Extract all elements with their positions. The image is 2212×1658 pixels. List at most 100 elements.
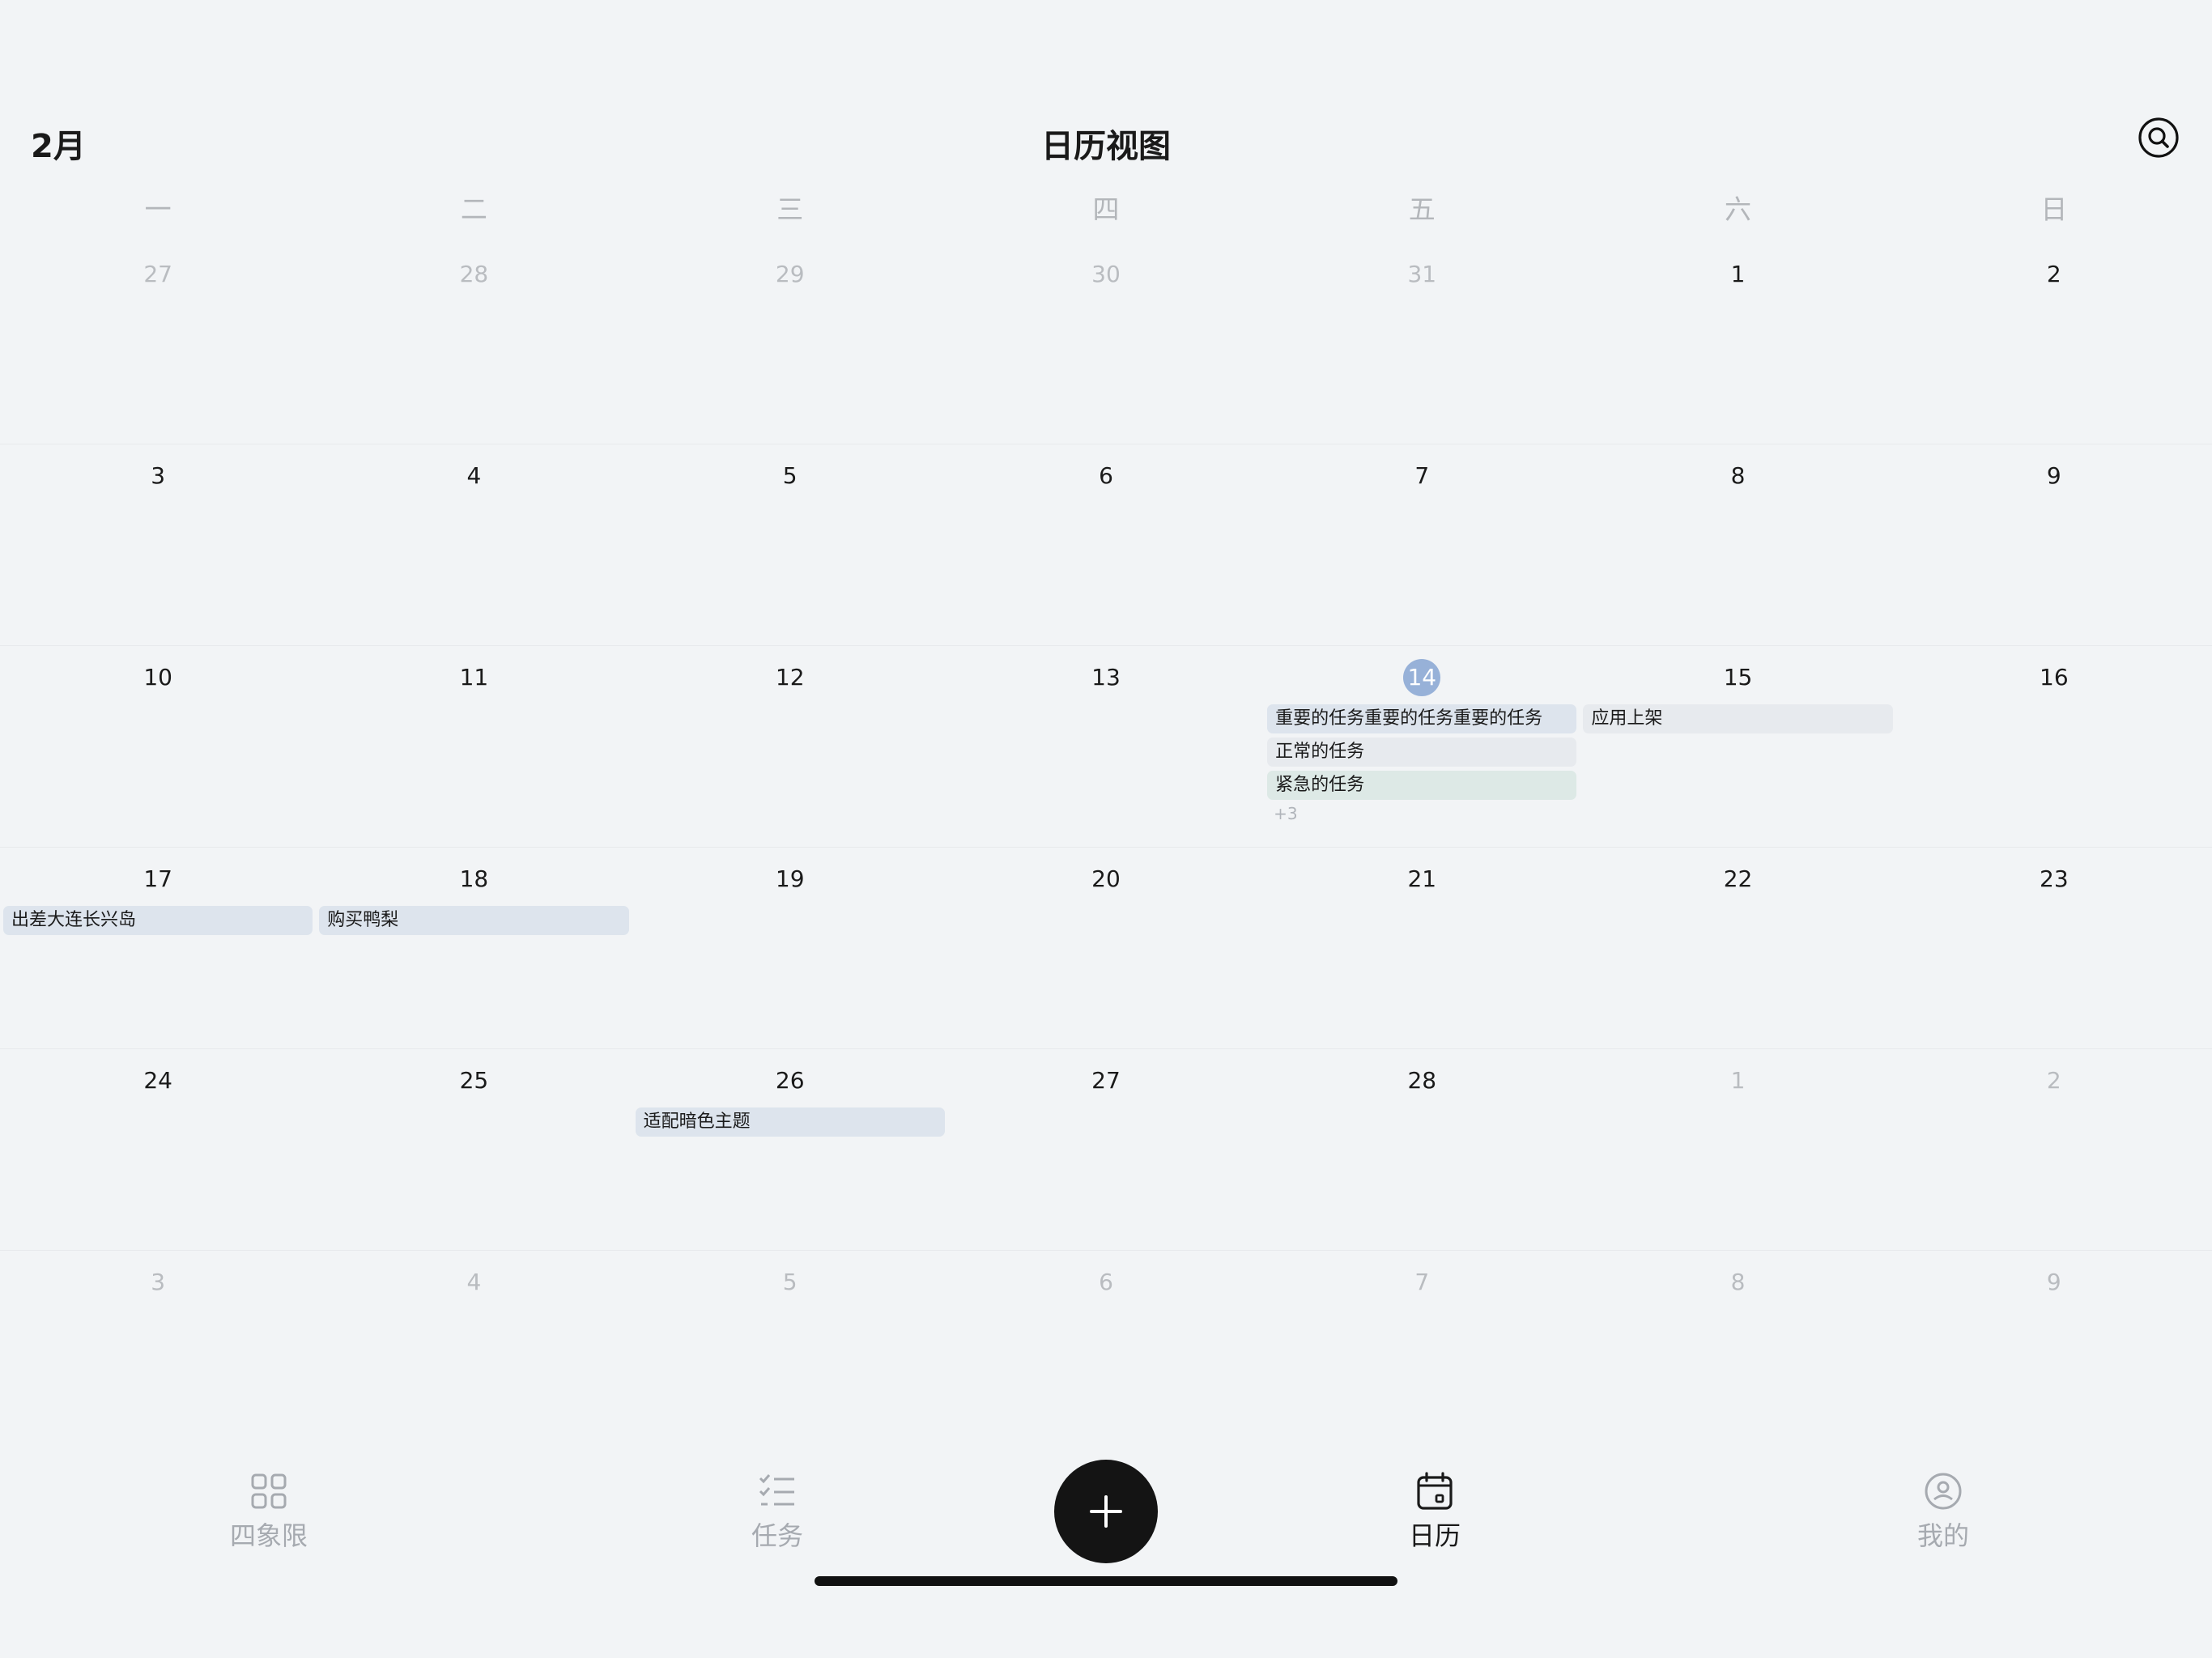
home-indicator [815,1576,1397,1586]
date-number: 10 [143,664,172,691]
event-chip[interactable]: 紧急的任务 [1267,771,1577,800]
tab-tasks[interactable]: 任务 [680,1470,874,1553]
day-cell[interactable]: 11 [316,646,632,847]
weekday-label: 四 [1092,193,1120,225]
day-cell[interactable]: 2 [1896,243,2212,444]
day-cell[interactable]: 19 [632,848,948,1048]
day-cell[interactable]: 31 [1264,243,1580,444]
date-number: 24 [143,1067,172,1094]
date-number: 6 [1099,462,1113,489]
date-number: 9 [2046,462,2061,489]
date-number: 17 [143,865,172,892]
day-cell[interactable]: 25 [316,1049,632,1250]
day-cell[interactable]: 9 [1896,1251,2212,1452]
tab-calendar[interactable]: 日历 [1338,1470,1532,1553]
calendar-icon [1417,1472,1453,1510]
date-number: 1 [1730,1067,1746,1094]
date-number: 6 [1099,1269,1113,1295]
day-cell[interactable]: 7 [1264,1251,1580,1452]
event-chip[interactable]: 正常的任务 [1267,738,1577,767]
day-cell[interactable]: 12 [632,646,948,847]
day-cell[interactable]: 7 [1264,444,1580,645]
day-cell[interactable]: 14 重要的任务重要的任务重要的任务 正常的任务 紧急的任务 +3 [1264,646,1580,847]
day-cell[interactable]: 29 [632,243,948,444]
event-list: 出差大连长兴岛 [3,906,313,939]
date-number: 28 [1407,1067,1437,1094]
date-number: 16 [2040,664,2069,691]
day-cell[interactable]: 2 [1896,1049,2212,1250]
day-cell[interactable]: 1 [1580,1049,1895,1250]
date-number: 9 [2046,1269,2061,1295]
day-cell[interactable]: 10 [0,646,316,847]
date-number: 28 [459,261,489,287]
day-cell[interactable]: 26 适配暗色主题 [632,1049,948,1250]
event-list: 适配暗色主题 [635,1107,945,1141]
date-number: 8 [1730,1269,1746,1295]
day-cell[interactable]: 8 [1580,444,1895,645]
date-number: 22 [1723,865,1753,892]
day-cell[interactable]: 16 [1896,646,2212,847]
date-number: 5 [782,1269,798,1295]
date-number: 2 [2046,261,2061,287]
day-cell[interactable]: 3 [0,1251,316,1452]
date-number: 15 [1723,664,1753,691]
date-number: 4 [466,1269,482,1295]
event-chip[interactable]: 适配暗色主题 [635,1107,945,1137]
day-cell[interactable]: 24 [0,1049,316,1250]
day-cell[interactable]: 8 [1580,1251,1895,1452]
date-number: 19 [775,865,805,892]
page-title: 日历视图 [1041,128,1171,165]
event-chip[interactable]: 购买鸭梨 [319,906,629,935]
tab-quadrant[interactable]: 四象限 [172,1470,366,1553]
date-number: 20 [1091,865,1121,892]
date-number: 5 [782,462,798,489]
date-number: 11 [459,664,489,691]
day-cell[interactable]: 28 [1264,1049,1580,1250]
more-events-indicator[interactable]: +3 [1267,804,1576,823]
date-number: 1 [1730,261,1746,287]
day-cell[interactable]: 5 [632,444,948,645]
profile-icon [1925,1473,1962,1510]
day-cell[interactable]: 6 [948,1251,1264,1452]
event-chip[interactable]: 重要的任务重要的任务重要的任务 [1267,704,1577,733]
day-cell[interactable]: 9 [1896,444,2212,645]
day-cell[interactable]: 6 [948,444,1264,645]
date-number: 8 [1730,462,1746,489]
event-chip[interactable]: 应用上架 [1583,704,1893,733]
date-number: 3 [151,462,166,489]
calendar-grid: 27 28 29 30 31 1 2 3 4 5 6 7 8 9 10 11 12 13 14 重要的任务重要的任务重… [0,243,2212,1452]
day-cell[interactable]: 30 [948,243,1264,444]
day-cell[interactable]: 13 [948,646,1264,847]
date-number: 7 [1414,1269,1430,1295]
search-icon [2138,117,2179,158]
day-cell[interactable]: 27 [0,243,316,444]
event-list: 购买鸭梨 [319,906,629,939]
day-cell[interactable]: 5 [632,1251,948,1452]
day-cell[interactable]: 28 [316,243,632,444]
tab-profile[interactable]: 我的 [1846,1470,2040,1553]
add-task-button[interactable] [1054,1460,1158,1563]
day-cell[interactable]: 18 购买鸭梨 [316,848,632,1048]
day-cell[interactable]: 22 [1580,848,1895,1048]
date-number: 27 [143,261,172,287]
event-chip[interactable]: 出差大连长兴岛 [3,906,313,935]
day-cell[interactable]: 20 [948,848,1264,1048]
tab-label: 我的 [1916,1520,1969,1551]
date-number: 2 [2046,1067,2061,1094]
day-cell[interactable]: 21 [1264,848,1580,1048]
quadrant-grid-icon [251,1473,287,1509]
day-cell[interactable]: 27 [948,1049,1264,1250]
search-button[interactable] [2138,117,2180,159]
date-number: 27 [1091,1067,1121,1094]
day-cell[interactable]: 4 [316,444,632,645]
date-number: 3 [151,1269,166,1295]
day-cell[interactable]: 17 出差大连长兴岛 [0,848,316,1048]
day-cell[interactable]: 4 [316,1251,632,1452]
date-number: 23 [2040,865,2069,892]
event-list: 重要的任务重要的任务重要的任务 正常的任务紧急的任务 +3 [1267,704,1577,823]
date-number: 12 [775,664,805,691]
day-cell[interactable]: 23 [1896,848,2212,1048]
day-cell[interactable]: 15 应用上架 [1580,646,1895,847]
day-cell[interactable]: 3 [0,444,316,645]
day-cell[interactable]: 1 [1580,243,1895,444]
